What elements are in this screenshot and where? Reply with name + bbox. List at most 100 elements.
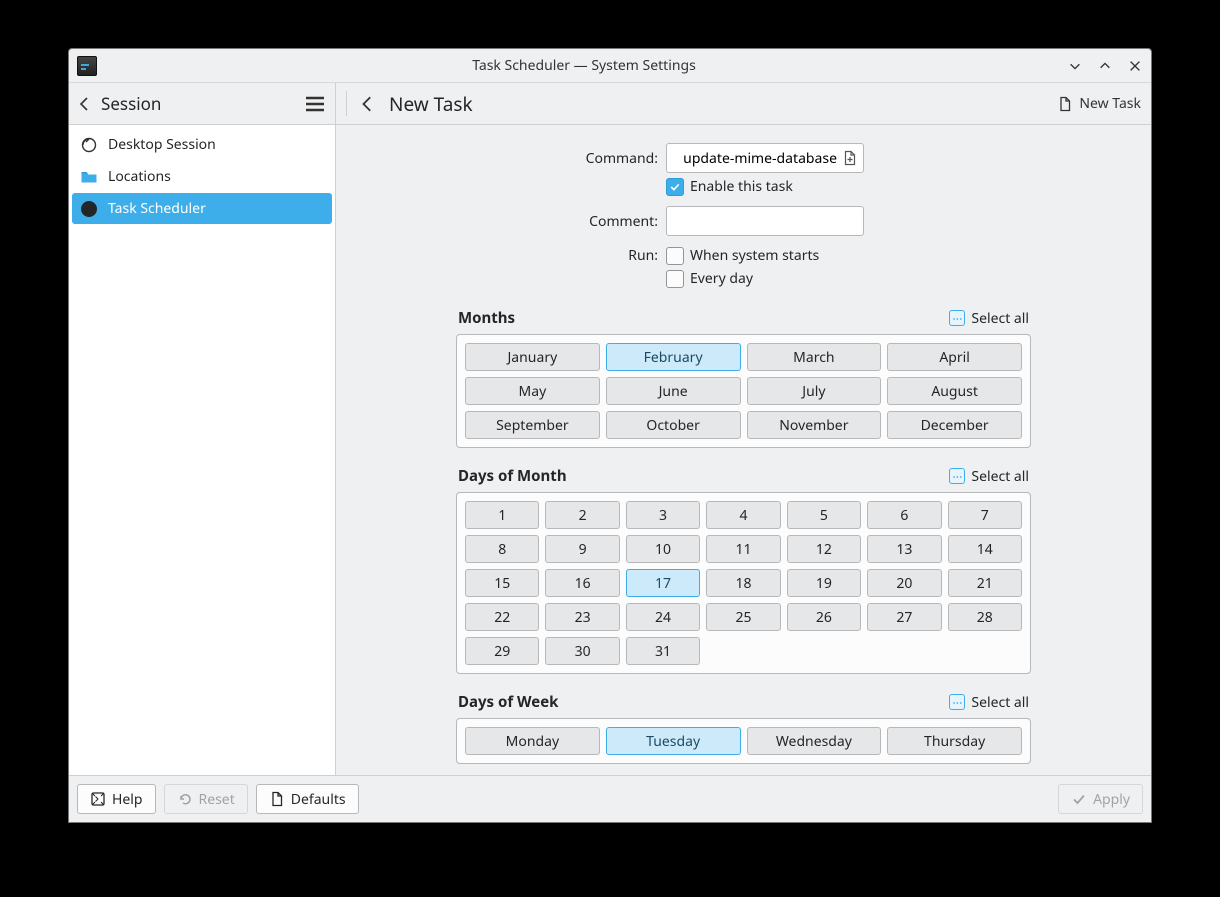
day-toggle-13[interactable]: 13	[867, 535, 941, 563]
day-toggle-17[interactable]: 17	[626, 569, 700, 597]
day-toggle-15[interactable]: 15	[465, 569, 539, 597]
folder-icon	[80, 168, 98, 186]
help-button[interactable]: Help	[77, 784, 156, 814]
day-toggle-29[interactable]: 29	[465, 637, 539, 665]
day-toggle-21[interactable]: 21	[948, 569, 1022, 597]
select-all-icon: ⋯	[949, 310, 965, 326]
new-file-icon	[1057, 96, 1073, 112]
reset-button: Reset	[164, 784, 248, 814]
month-toggle-august[interactable]: August	[887, 377, 1022, 405]
month-toggle-september[interactable]: September	[465, 411, 600, 439]
new-task-button[interactable]: New Task	[1047, 83, 1151, 124]
checkbox-checked-icon	[666, 178, 684, 196]
day-toggle-28[interactable]: 28	[948, 603, 1022, 631]
enable-task-label: Enable this task	[690, 177, 793, 196]
day-toggle-3[interactable]: 3	[626, 501, 700, 529]
run-label: Run:	[336, 246, 666, 265]
day-toggle-8[interactable]: 8	[465, 535, 539, 563]
day-toggle-24[interactable]: 24	[626, 603, 700, 631]
day-toggle-22[interactable]: 22	[465, 603, 539, 631]
body: Desktop Session Locations Task Scheduler…	[69, 125, 1151, 775]
select-all-label: Select all	[971, 309, 1029, 328]
days-of-week-select-all[interactable]: ⋯ Select all	[949, 693, 1029, 712]
page-back-icon[interactable]	[359, 95, 377, 113]
months-select-all[interactable]: ⋯ Select all	[949, 309, 1029, 328]
day-toggle-23[interactable]: 23	[545, 603, 619, 631]
back-icon[interactable]	[77, 96, 93, 112]
content: Command:	[336, 125, 1151, 775]
select-all-label: Select all	[971, 693, 1029, 712]
month-toggle-march[interactable]: March	[747, 343, 882, 371]
month-toggle-november[interactable]: November	[747, 411, 882, 439]
day-toggle-19[interactable]: 19	[787, 569, 861, 597]
day-toggle-4[interactable]: 4	[706, 501, 780, 529]
select-all-label: Select all	[971, 467, 1029, 486]
day-toggle-20[interactable]: 20	[867, 569, 941, 597]
run-system-start-checkbox[interactable]: When system starts	[666, 246, 819, 265]
browse-icon[interactable]	[842, 150, 858, 166]
defaults-label: Defaults	[291, 790, 346, 809]
hamburger-icon[interactable]	[303, 92, 327, 116]
command-label: Command:	[336, 149, 666, 168]
new-task-label: New Task	[1079, 94, 1141, 113]
months-section: Months ⋯ Select all JanuaryFebruaryMarch…	[456, 308, 1031, 448]
day-toggle-5[interactable]: 5	[787, 501, 861, 529]
apply-button: Apply	[1058, 784, 1143, 814]
month-toggle-may[interactable]: May	[465, 377, 600, 405]
day-toggle-9[interactable]: 9	[545, 535, 619, 563]
defaults-button[interactable]: Defaults	[256, 784, 359, 814]
day-toggle-31[interactable]: 31	[626, 637, 700, 665]
day-toggle-6[interactable]: 6	[867, 501, 941, 529]
footer: Help Reset Defaults Apply	[69, 775, 1151, 822]
month-toggle-july[interactable]: July	[747, 377, 882, 405]
month-toggle-june[interactable]: June	[606, 377, 741, 405]
month-toggle-february[interactable]: February	[606, 343, 741, 371]
run-every-day-checkbox[interactable]: Every day	[666, 269, 753, 288]
day-toggle-12[interactable]: 12	[787, 535, 861, 563]
clock-icon	[80, 200, 98, 218]
day-toggle-30[interactable]: 30	[545, 637, 619, 665]
enable-task-checkbox[interactable]: Enable this task	[666, 177, 793, 196]
toolbar-middle: New Task	[336, 83, 1047, 124]
sidebar-item-task-scheduler[interactable]: Task Scheduler	[72, 193, 332, 224]
weekday-toggle-tuesday[interactable]: Tuesday	[606, 727, 741, 755]
maximize-button[interactable]	[1097, 58, 1113, 74]
day-toggle-27[interactable]: 27	[867, 603, 941, 631]
month-toggle-october[interactable]: October	[606, 411, 741, 439]
month-toggle-december[interactable]: December	[887, 411, 1022, 439]
day-toggle-18[interactable]: 18	[706, 569, 780, 597]
weekday-toggle-monday[interactable]: Monday	[465, 727, 600, 755]
day-toggle-16[interactable]: 16	[545, 569, 619, 597]
day-toggle-7[interactable]: 7	[948, 501, 1022, 529]
close-button[interactable]	[1127, 58, 1143, 74]
window-controls	[1067, 58, 1143, 74]
select-all-icon: ⋯	[949, 694, 965, 710]
days-of-month-select-all[interactable]: ⋯ Select all	[949, 467, 1029, 486]
refresh-icon	[80, 136, 98, 154]
sidebar-item-label: Locations	[108, 167, 171, 186]
window-title: Task Scheduler — System Settings	[101, 56, 1067, 75]
minimize-button[interactable]	[1067, 58, 1083, 74]
day-toggle-11[interactable]: 11	[706, 535, 780, 563]
day-toggle-14[interactable]: 14	[948, 535, 1022, 563]
days-of-month-section: Days of Month ⋯ Select all 1234567891011…	[456, 466, 1031, 674]
month-toggle-january[interactable]: January	[465, 343, 600, 371]
day-toggle-1[interactable]: 1	[465, 501, 539, 529]
days-of-week-title: Days of Week	[458, 692, 558, 712]
day-toggle-10[interactable]: 10	[626, 535, 700, 563]
sidebar: Desktop Session Locations Task Scheduler	[69, 125, 336, 775]
comment-input[interactable]	[666, 206, 864, 236]
help-icon	[90, 791, 106, 807]
weekday-toggle-wednesday[interactable]: Wednesday	[747, 727, 882, 755]
sidebar-item-desktop-session[interactable]: Desktop Session	[72, 129, 332, 160]
day-toggle-25[interactable]: 25	[706, 603, 780, 631]
weekday-toggle-thursday[interactable]: Thursday	[887, 727, 1022, 755]
month-toggle-april[interactable]: April	[887, 343, 1022, 371]
run-system-start-label: When system starts	[690, 246, 819, 265]
sidebar-item-locations[interactable]: Locations	[72, 161, 332, 192]
day-toggle-2[interactable]: 2	[545, 501, 619, 529]
reset-label: Reset	[199, 790, 235, 809]
command-input[interactable]	[666, 143, 864, 173]
content-wrap: Command:	[336, 125, 1151, 775]
day-toggle-26[interactable]: 26	[787, 603, 861, 631]
